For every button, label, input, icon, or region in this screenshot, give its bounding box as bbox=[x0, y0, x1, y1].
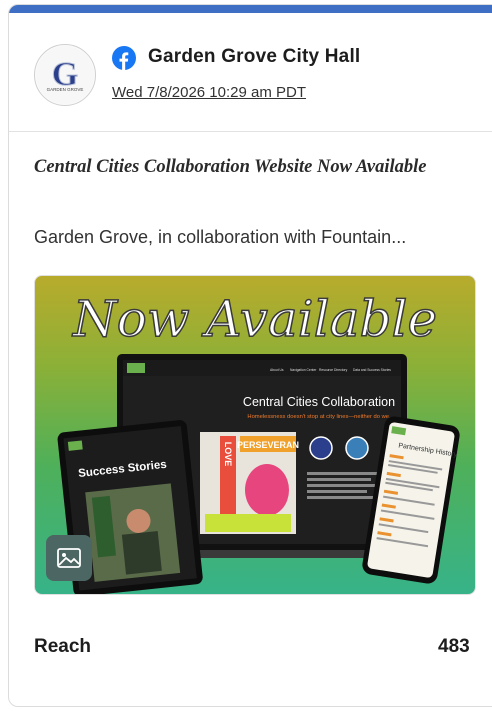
post-header: G GARDEN GROVE Garden Grove City Hall We… bbox=[9, 13, 492, 132]
laptop-nav-3: Resource Directory bbox=[319, 368, 348, 372]
reach-label: Reach bbox=[34, 636, 92, 657]
laptop-nav-2: Navigation Center bbox=[290, 368, 317, 372]
post-card[interactable]: G GARDEN GROVE Garden Grove City Hall We… bbox=[8, 4, 492, 707]
author-name[interactable]: Garden Grove City Hall bbox=[148, 46, 360, 68]
art-vertical-text: LOVE bbox=[223, 442, 233, 467]
image-icon[interactable] bbox=[46, 535, 92, 581]
banner-text: Now Available bbox=[72, 290, 437, 348]
laptop-nav-4: Data and Success Stories bbox=[353, 368, 391, 372]
laptop-heading: Central Cities Collaboration bbox=[243, 395, 395, 409]
laptop-tagline: Homelessness doesn't stop at city lines—… bbox=[247, 414, 391, 420]
post-title: Central Cities Collaboration Website Now… bbox=[34, 157, 427, 177]
garden-grove-logo: G GARDEN GROVE bbox=[34, 44, 96, 106]
post-date-link[interactable]: Wed 7/8/2026 10:29 am PDT bbox=[112, 84, 306, 101]
facebook-icon bbox=[112, 46, 136, 70]
card-top-bar bbox=[9, 5, 492, 13]
reach-value: 483 bbox=[438, 636, 470, 657]
art-text: PERSEVERAN bbox=[237, 440, 299, 450]
laptop-nav-1: About Us bbox=[270, 368, 284, 372]
post-excerpt: Garden Grove, in collaboration with Foun… bbox=[34, 227, 407, 247]
logo-text: GARDEN GROVE bbox=[47, 87, 84, 92]
post-image[interactable]: Now Available About Us Navigation Center… bbox=[34, 275, 476, 595]
